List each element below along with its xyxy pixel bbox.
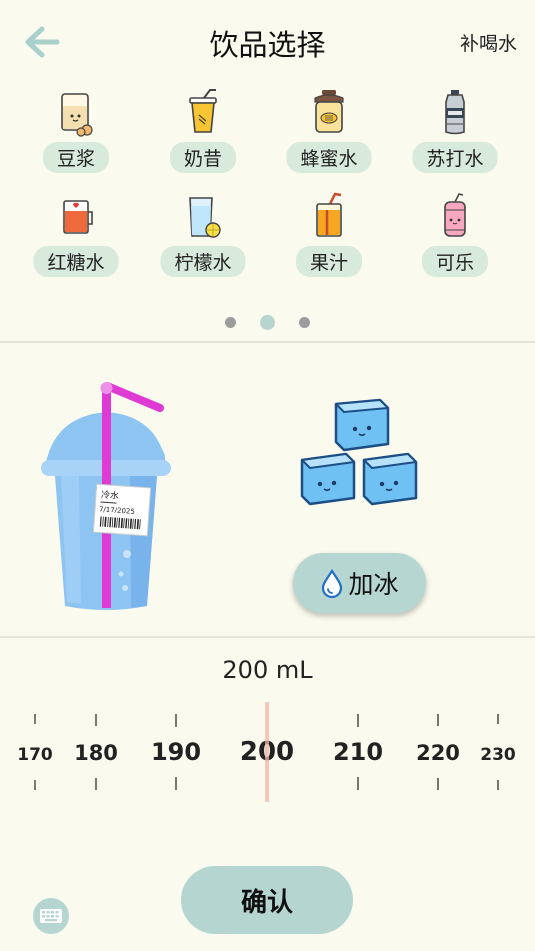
confirm-button[interactable]: 确认 <box>181 866 353 934</box>
keyboard-button[interactable] <box>33 898 69 934</box>
ruler-label: 170 <box>17 745 53 765</box>
honey-water-icon <box>314 90 344 133</box>
drink-item-soda-water[interactable]: 苏打水 <box>400 88 510 178</box>
cup-illustration: 冷水 7/17/2025 <box>41 382 171 610</box>
brown-sugar-water-icon <box>63 200 93 234</box>
divider <box>0 341 535 343</box>
volume-ruler[interactable]: 170180190200210220230 <box>0 698 535 808</box>
page-indicator <box>0 314 535 330</box>
drink-label: 苏打水 <box>412 142 498 173</box>
soy-milk-icon <box>61 93 93 137</box>
drink-item-soy-milk[interactable]: 豆浆 <box>21 88 131 178</box>
ice-cube <box>300 452 356 506</box>
ice-cubes-icon <box>300 398 418 506</box>
drink-label: 果汁 <box>295 246 363 277</box>
ice-cube <box>362 452 418 506</box>
drink-item-milkshake[interactable]: 奶昔 <box>148 88 258 178</box>
page-dot[interactable] <box>299 317 310 328</box>
cola-icon <box>444 193 466 237</box>
ruler-label: 180 <box>74 741 118 765</box>
ice-cube <box>334 398 390 452</box>
drink-label: 奶昔 <box>169 142 237 173</box>
drink-label: 可乐 <box>421 246 489 277</box>
ruler-label: 210 <box>333 738 383 766</box>
page-dot[interactable] <box>225 317 236 328</box>
header: 饮品选择 补喝水 <box>0 0 535 84</box>
ruler-label: 230 <box>480 745 516 765</box>
drink-label: 柠檬水 <box>160 246 246 277</box>
ruler-selection-indicator <box>265 702 269 802</box>
soda-water-icon <box>445 90 465 135</box>
page-title: 饮品选择 <box>209 28 326 62</box>
ruler-label: 220 <box>416 741 460 765</box>
add-ice-label: 加冰 <box>348 570 399 599</box>
keyboard-icon <box>40 909 62 923</box>
ruler-label: 190 <box>151 738 201 766</box>
refill-water-button[interactable]: 补喝水 <box>460 29 517 56</box>
drink-label: 蜂蜜水 <box>286 142 372 173</box>
milkshake-icon <box>189 89 217 133</box>
lemonade-icon <box>189 197 221 238</box>
page-dot-active[interactable] <box>260 315 275 330</box>
drink-label: 红糖水 <box>33 246 119 277</box>
drink-item-cola[interactable]: 可乐 <box>400 192 510 282</box>
divider <box>0 636 535 638</box>
drink-item-honey-water[interactable]: 蜂蜜水 <box>274 88 384 178</box>
volume-value: 200 mL <box>222 656 313 684</box>
add-ice-button[interactable]: 加冰 <box>293 553 426 613</box>
drink-item-lemonade[interactable]: 柠檬水 <box>148 192 258 282</box>
drink-item-brown-sugar-water[interactable]: 红糖水 <box>21 192 131 282</box>
drink-item-juice[interactable]: 果汁 <box>274 192 384 282</box>
juice-icon <box>316 192 342 237</box>
drink-label: 豆浆 <box>42 142 110 173</box>
ruler-ticks: 170180190200210220230 <box>17 702 516 802</box>
water-drop-icon <box>322 569 343 598</box>
